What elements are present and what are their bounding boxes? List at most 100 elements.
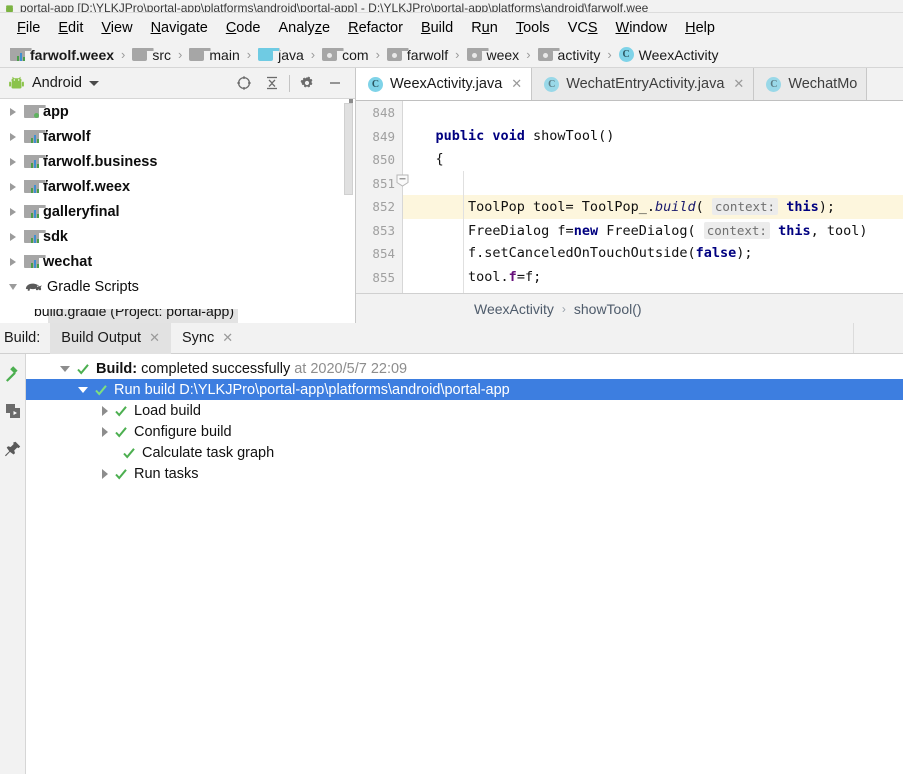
menu-item-tools[interactable]: Tools: [507, 18, 559, 38]
menu-item-view[interactable]: View: [92, 18, 141, 38]
breadcrumb-item-src[interactable]: src: [130, 47, 173, 63]
code-viewport[interactable]: 848 849 850 851 852 853 854 855 public v…: [356, 101, 903, 293]
pin-tab-icon[interactable]: [2, 438, 24, 460]
close-icon[interactable]: ✕: [511, 76, 522, 92]
build-tree-row-configure-build[interactable]: Configure build: [26, 421, 903, 442]
tree-item-farwolf-business[interactable]: farwolf.business: [0, 149, 355, 174]
build-tree-row-run-tasks[interactable]: Run tasks: [26, 463, 903, 484]
menu-item-edit[interactable]: Edit: [49, 18, 92, 38]
editor-tab-bar[interactable]: C WeexActivity.java ✕ C WechatEntryActiv…: [356, 68, 903, 101]
tree-item-sdk[interactable]: sdk: [0, 224, 355, 249]
breadcrumb-item-class[interactable]: C WeexActivity: [617, 47, 721, 63]
menu-item-build[interactable]: Build: [412, 18, 462, 38]
tree-item-gradle-scripts[interactable]: Gradle Scripts: [0, 274, 355, 299]
menu-item-file[interactable]: File: [8, 18, 49, 38]
breadcrumb-item-module[interactable]: farwolf.weex: [8, 47, 116, 63]
menu-item-refactor[interactable]: Refactor: [339, 18, 412, 38]
menu-item-analyze[interactable]: Analyze: [270, 18, 340, 38]
close-icon[interactable]: ✕: [222, 330, 233, 346]
hide-icon[interactable]: [321, 69, 349, 97]
breadcrumb-separator: ›: [526, 47, 531, 62]
breadcrumb-item-main[interactable]: main: [187, 47, 241, 63]
close-icon[interactable]: ✕: [733, 76, 744, 92]
project-scrollbar[interactable]: [344, 99, 353, 199]
tree-item-label: farwolf.business: [43, 153, 158, 170]
build-header-right-pad: [853, 323, 903, 353]
tree-item-farwolf-weex[interactable]: farwolf.weex: [0, 174, 355, 199]
module-icon: [24, 130, 46, 143]
expander-right-icon[interactable]: [6, 107, 20, 116]
breadcrumb-item-activity[interactable]: activity: [536, 47, 603, 63]
gear-icon[interactable]: [293, 69, 321, 97]
build-tab-label: Sync: [182, 330, 215, 346]
gradle-elephant-icon: [24, 280, 43, 294]
editor-tab-label: WeexActivity.java: [390, 76, 503, 92]
project-view-selector[interactable]: Android: [0, 75, 230, 91]
expander-right-icon[interactable]: [6, 207, 20, 216]
select-opened-file-icon[interactable]: [230, 69, 258, 97]
breadcrumb-item-farwolf[interactable]: farwolf: [385, 47, 450, 63]
menu-item-vcs[interactable]: VCS: [559, 18, 607, 38]
expander-right-icon[interactable]: [102, 405, 108, 416]
breadcrumb-label: activity: [557, 46, 601, 63]
tree-item-clipped[interactable]: build.gradle (Project: portal-app): [0, 309, 355, 323]
menu-item-navigate[interactable]: Navigate: [142, 18, 217, 38]
scrollbar-thumb[interactable]: [344, 103, 353, 195]
expander-right-icon[interactable]: [6, 182, 20, 191]
build-tree-row-calculate-task-graph[interactable]: Calculate task graph: [26, 442, 903, 463]
menu-item-code[interactable]: Code: [217, 18, 270, 38]
menu-bar[interactable]: File Edit View Navigate Code Analyze Ref…: [0, 13, 903, 42]
build-tab-label: Build Output: [61, 330, 142, 346]
menu-item-window[interactable]: Window: [607, 18, 677, 38]
editor-tab-wechatmo[interactable]: C WechatMo: [754, 68, 868, 100]
build-tree-row-run-build[interactable]: Run build D:\YLKJPro\portal-app\platform…: [26, 379, 903, 400]
package-icon: [466, 48, 489, 61]
breadcrumb-label: WeexActivity: [638, 46, 719, 63]
toggle-view-icon[interactable]: [2, 400, 24, 422]
editor-breadcrumb-method[interactable]: showTool(): [574, 301, 642, 317]
chevron-down-icon[interactable]: [88, 80, 99, 86]
editor-tab-wechatentryactivity[interactable]: C WechatEntryActivity.java ✕: [532, 68, 755, 100]
breadcrumb-item-weex[interactable]: weex: [465, 47, 522, 63]
breadcrumb-item-com[interactable]: com: [320, 47, 370, 63]
navigation-breadcrumb-bar[interactable]: farwolf.weex › src › main › java › com ›…: [0, 42, 903, 68]
editor-breadcrumb-class[interactable]: WeexActivity: [474, 301, 554, 317]
project-tree[interactable]: app farwolf farwolf.business farwolf.wee…: [0, 99, 355, 323]
expander-down-icon[interactable]: [78, 386, 88, 393]
editor-area: C WeexActivity.java ✕ C WechatEntryActiv…: [356, 68, 903, 323]
editor-structure-breadcrumb[interactable]: WeexActivity › showTool(): [356, 293, 903, 323]
editor-gutter[interactable]: 848 849 850 851 852 853 854 855: [356, 101, 409, 293]
tree-item-galleryfinal[interactable]: galleryfinal: [0, 199, 355, 224]
menu-item-help[interactable]: Help: [676, 18, 724, 38]
build-output-tree[interactable]: Build: completed successfully at 2020/5/…: [26, 354, 903, 774]
folder-icon: [189, 48, 212, 61]
tree-item-app[interactable]: app: [0, 99, 355, 124]
main-split: Android app farwolf farwolf.business far…: [0, 68, 903, 323]
tree-item-farwolf[interactable]: farwolf: [0, 124, 355, 149]
expander-down-icon[interactable]: [6, 283, 20, 290]
breadcrumb-separator: ›: [121, 47, 126, 62]
expander-right-icon[interactable]: [102, 468, 108, 479]
menu-item-run[interactable]: Run: [462, 18, 507, 38]
build-hammer-icon[interactable]: [2, 362, 24, 384]
tree-item-wechat[interactable]: wechat: [0, 249, 355, 274]
expander-right-icon[interactable]: [6, 157, 20, 166]
build-tree-row-load-build[interactable]: Load build: [26, 400, 903, 421]
collapse-all-icon[interactable]: [258, 69, 286, 97]
success-check-icon: [114, 425, 128, 439]
build-tree-row-root[interactable]: Build: completed successfully at 2020/5/…: [26, 358, 903, 379]
editor-breadcrumb-separator: ›: [561, 301, 566, 316]
expander-down-icon[interactable]: [60, 365, 70, 372]
expander-right-icon[interactable]: [6, 132, 20, 141]
editor-tab-weexactivity[interactable]: C WeexActivity.java ✕: [356, 68, 533, 100]
class-icon: C: [368, 76, 383, 92]
code-text-area[interactable]: public void showTool() { ToolPop tool= T…: [403, 101, 903, 293]
close-icon[interactable]: ✕: [149, 330, 160, 346]
build-tab-build-output[interactable]: Build Output ✕: [50, 322, 171, 354]
build-tab-sync[interactable]: Sync ✕: [171, 323, 244, 354]
expander-right-icon[interactable]: [6, 232, 20, 241]
expander-right-icon[interactable]: [102, 426, 108, 437]
breadcrumb-item-java[interactable]: java: [256, 47, 306, 63]
expander-right-icon[interactable]: [6, 257, 20, 266]
